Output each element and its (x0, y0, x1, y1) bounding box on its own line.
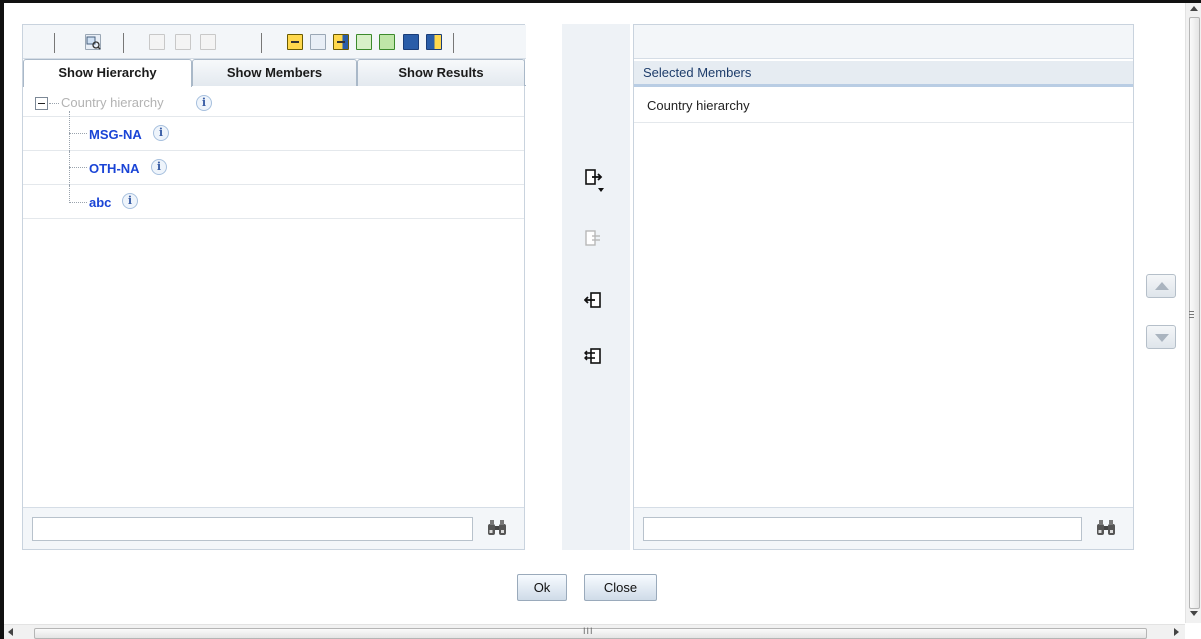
scroll-right-icon[interactable] (1174, 628, 1179, 636)
selected-search-bar (634, 507, 1133, 549)
tree-connector (69, 133, 87, 134)
tree-connector (69, 185, 70, 203)
collapse-icon[interactable] (35, 97, 48, 110)
tree-connector (69, 202, 87, 203)
toolbar-separator (123, 33, 124, 53)
edit-node-icon[interactable] (175, 34, 191, 50)
toolbar-separator (453, 33, 454, 53)
frame-border-top (0, 0, 1201, 3)
tree-root-row[interactable]: Country hierarchy i (23, 87, 524, 117)
scroll-grip (1189, 317, 1194, 318)
info-icon[interactable]: i (151, 159, 167, 175)
selected-members-toolbar (634, 25, 1133, 59)
properties-icon[interactable] (426, 34, 442, 50)
tree-node-row[interactable]: abc i (23, 185, 524, 219)
info-icon[interactable]: i (122, 193, 138, 209)
show-code-icon[interactable] (333, 34, 349, 50)
hierarchy-search-bar (23, 507, 524, 549)
selected-member-item[interactable]: Country hierarchy (634, 89, 1133, 123)
hierarchy-alt-icon[interactable] (379, 34, 395, 50)
select-all-button[interactable] (584, 229, 602, 247)
add-child-icon[interactable] (149, 34, 165, 50)
vertical-scrollbar[interactable] (1185, 3, 1201, 623)
arrow-down-icon (1155, 334, 1169, 342)
scroll-grip (1189, 311, 1194, 312)
tree-connector (69, 151, 70, 185)
hierarchy-search-input[interactable] (32, 517, 473, 541)
selected-members-panel: Selected Members Country hierarchy (633, 24, 1134, 550)
tab-show-members[interactable]: Show Members (192, 59, 357, 86)
scroll-up-icon[interactable] (1190, 6, 1198, 11)
horizontal-scrollbar[interactable]: III (4, 624, 1185, 639)
member-selection-dialog: Show Hierarchy Show Members Show Results… (0, 0, 1201, 639)
scroll-down-icon[interactable] (1190, 611, 1198, 616)
tree-root-label[interactable]: Country hierarchy (61, 95, 164, 110)
view-icon[interactable] (85, 34, 101, 50)
ok-button[interactable]: Ok (517, 574, 567, 601)
hierarchy-tree: Country hierarchy i MSG-NA i OTH-NA i ab… (23, 87, 524, 219)
tree-connector (69, 167, 87, 168)
tab-show-hierarchy[interactable]: Show Hierarchy (23, 59, 192, 87)
scroll-grip (1189, 314, 1194, 315)
tree-node-label[interactable]: OTH-NA (89, 161, 140, 176)
frame-border-left (0, 0, 4, 639)
binoculars-icon[interactable] (1095, 518, 1117, 538)
tree-node-label[interactable]: MSG-NA (89, 127, 142, 142)
info-icon[interactable]: i (196, 95, 212, 111)
toolbar-separator (261, 33, 262, 53)
hierarchy-tabs: Show Hierarchy Show Members Show Results (23, 59, 526, 87)
horizontal-scroll-thumb[interactable]: III (34, 626, 1147, 639)
hierarchy-panel: Show Hierarchy Show Members Show Results… (22, 24, 526, 550)
list-view-icon[interactable] (403, 34, 419, 50)
selected-members-header: Selected Members (634, 61, 1133, 87)
close-button[interactable]: Close (584, 574, 657, 601)
selected-search-input[interactable] (643, 517, 1082, 541)
hierarchy-toolbar (23, 25, 526, 59)
tree-connector (49, 103, 59, 104)
hierarchy-icon[interactable] (356, 34, 372, 50)
move-down-button[interactable] (1146, 325, 1176, 349)
delete-node-icon[interactable] (200, 34, 216, 50)
tree-node-row[interactable]: OTH-NA i (23, 151, 524, 185)
arrow-up-icon (1155, 282, 1169, 290)
binoculars-icon[interactable] (486, 518, 508, 538)
vertical-scroll-thumb[interactable] (1189, 17, 1200, 609)
tree-node-row[interactable]: MSG-NA i (23, 111, 524, 151)
tab-show-results[interactable]: Show Results (357, 59, 525, 86)
tree-node-label[interactable]: abc (89, 195, 111, 210)
scroll-grip: III (583, 626, 594, 636)
deselect-all-button[interactable] (584, 347, 602, 365)
expand-all-icon[interactable] (310, 34, 326, 50)
info-icon[interactable]: i (153, 125, 169, 141)
select-button[interactable] (584, 168, 606, 194)
transfer-actions (562, 24, 630, 550)
toolbar-separator (54, 33, 55, 53)
collapse-all-icon[interactable] (287, 34, 303, 50)
deselect-button[interactable] (584, 291, 602, 309)
tree-connector (69, 111, 70, 151)
move-up-button[interactable] (1146, 274, 1176, 298)
scroll-left-icon[interactable] (8, 628, 13, 636)
